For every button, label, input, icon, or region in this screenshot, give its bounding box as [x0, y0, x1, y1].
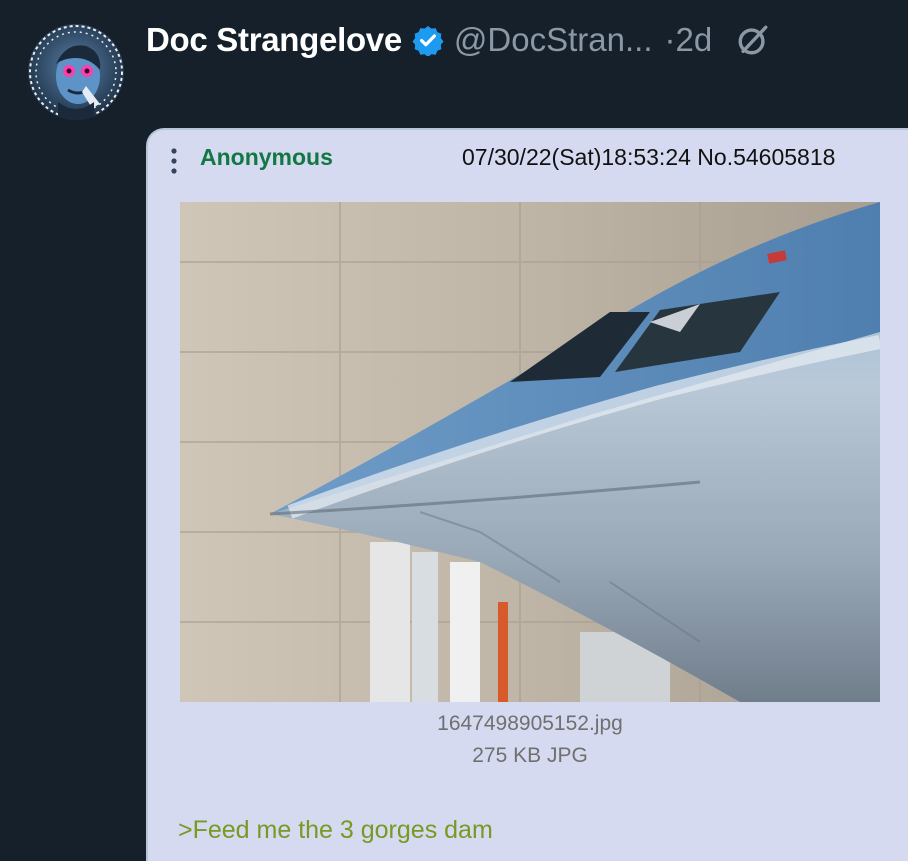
display-name[interactable]: Doc Strangelove: [146, 21, 402, 59]
grok-icon[interactable]: [736, 23, 770, 57]
post-greentext: >Feed me the 3 gorges dam: [178, 816, 493, 844]
poster-name: Anonymous: [200, 144, 333, 170]
post-header: Anonymous 07/30/22(Sat)18:53:24 No.54605…: [148, 140, 908, 184]
file-info: 275 KB JPG: [472, 744, 588, 767]
timestamp[interactable]: ·2d: [665, 21, 713, 59]
user-handle[interactable]: @DocStran...: [454, 21, 653, 59]
verified-badge-icon: [412, 26, 444, 56]
stealth-bomber-photo: [180, 202, 880, 702]
kebab-menu-icon[interactable]: [170, 146, 178, 176]
post-date-number[interactable]: 07/30/22(Sat)18:53:24 No.54605818: [462, 144, 835, 171]
embedded-post[interactable]: Anonymous 07/30/22(Sat)18:53:24 No.54605…: [146, 128, 908, 861]
file-name[interactable]: 1647498905152.jpg: [180, 712, 880, 736]
post-image[interactable]: [180, 202, 880, 702]
tweet: Doc Strangelove @DocStran... ·2d Anonymo…: [0, 0, 908, 861]
avatar[interactable]: [28, 24, 124, 120]
tweet-header: Doc Strangelove @DocStran... ·2d: [146, 18, 770, 62]
avatar-image: [29, 25, 123, 120]
